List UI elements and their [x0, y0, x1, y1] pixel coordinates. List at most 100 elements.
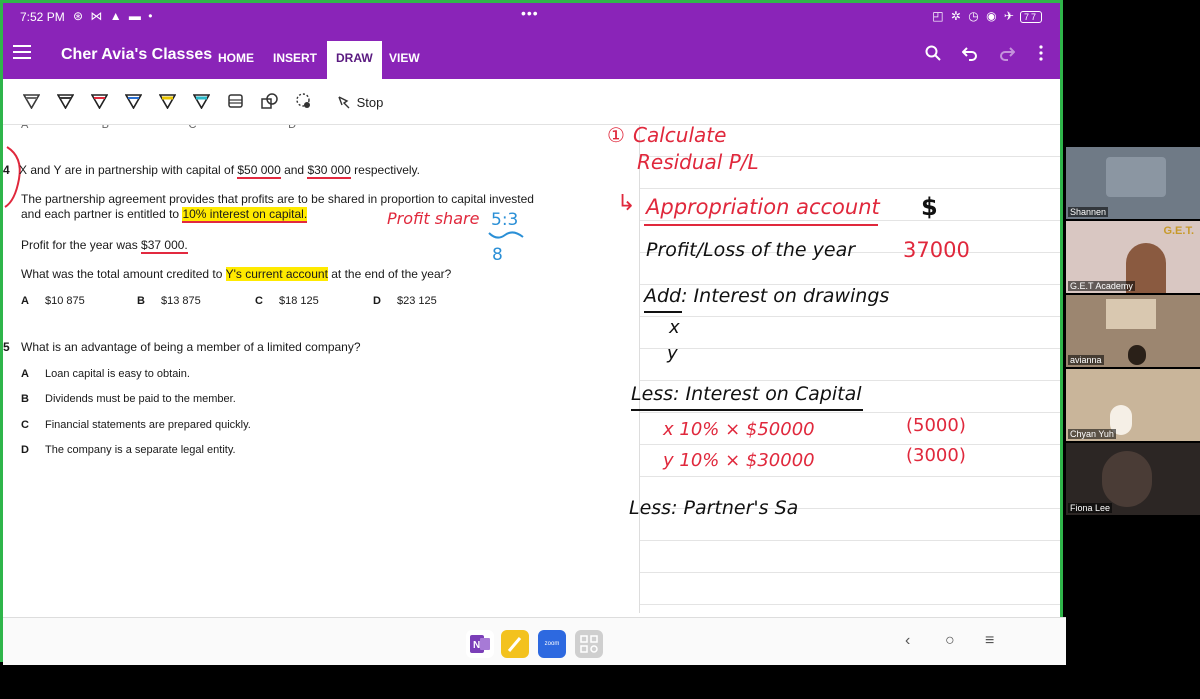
- system-icons: ◰ ✲ ◷ ◉ ✈ 77: [932, 9, 1042, 23]
- question-text-line1: X and Y are in partnership with capital …: [19, 163, 420, 179]
- ink-less-underline: [631, 409, 863, 411]
- pen-black-icon[interactable]: [56, 93, 75, 110]
- participant-tile[interactable]: Shannen: [1066, 147, 1200, 219]
- option-letter: D: [373, 295, 381, 307]
- ink-arrow: ↳: [617, 191, 636, 216]
- ink-x-calc: x 10% × $50000: [663, 419, 815, 440]
- question-text-line2: The partnership agreement provides that …: [21, 192, 534, 206]
- tab-home[interactable]: HOME: [218, 51, 254, 65]
- participant-name: Shannen: [1068, 207, 1109, 217]
- profit-text: Profit for the year was $37 000.: [21, 238, 188, 254]
- participant-name: Fiona Lee: [1068, 503, 1113, 513]
- ink-approp-underline: [644, 224, 878, 226]
- ink-y-calc: y 10% × $30000: [663, 450, 815, 471]
- redo-icon[interactable]: [999, 45, 1016, 66]
- stop-label: Stop: [356, 95, 384, 110]
- option-text[interactable]: $18 125: [279, 295, 319, 307]
- app-drawer-icon[interactable]: [575, 630, 603, 658]
- back-nav-icon[interactable]: ‹: [905, 632, 910, 650]
- ink-dollar-header: $: [921, 193, 938, 221]
- question-number: 5: [3, 340, 10, 354]
- ink-x-label: x: [669, 317, 680, 338]
- status-time: 7:52 PM: [20, 10, 65, 24]
- stop-drawing-button[interactable]: Stop: [337, 95, 383, 110]
- ink-profit-amount: 37000: [903, 238, 970, 262]
- ink-y-label: y: [667, 343, 678, 364]
- option-text[interactable]: $10 875: [45, 295, 85, 307]
- status-bar: 7:52 PM ⊛ ⋈ ▲ ▬ • ••• ◰ ✲ ◷ ◉ ✈ 77: [3, 3, 1060, 31]
- option-letter: D: [21, 444, 29, 456]
- tab-view[interactable]: VIEW: [389, 51, 420, 65]
- onenote-app-icon[interactable]: N: [466, 630, 494, 658]
- ink-add-line: Add: Interest on drawings: [644, 285, 890, 307]
- ink-add-underline: [644, 311, 682, 313]
- ink-less-salary: Less: Partner's Sa: [629, 497, 799, 519]
- option-letter: A: [21, 368, 29, 380]
- tab-insert[interactable]: INSERT: [273, 51, 317, 65]
- app-header: Cher Avia's Classes HOME INSERT DRAW VIE…: [3, 31, 1060, 79]
- pen-red-icon[interactable]: [90, 93, 109, 110]
- more-options-icon[interactable]: [1039, 45, 1043, 66]
- ink-step1b: Residual P/L: [637, 150, 759, 174]
- battery-icon: 77: [1019, 11, 1042, 23]
- app-window: 7:52 PM ⊛ ⋈ ▲ ▬ • ••• ◰ ✲ ◷ ◉ ✈ 77 Cher A…: [0, 0, 1066, 665]
- draw-toolbar: Stop: [3, 79, 1060, 125]
- notebook-title: Cher Avia's Classes: [61, 46, 213, 63]
- participant-name: Chyan Yuh: [1068, 429, 1116, 439]
- question-ask: What was the total amount credited to Y'…: [21, 267, 452, 281]
- participant-tile[interactable]: avianna: [1066, 295, 1200, 367]
- participant-name: avianna: [1068, 355, 1104, 365]
- option-text[interactable]: Dividends must be paid to the member.: [45, 393, 236, 405]
- ink-profit-line: Profit/Loss of the year: [646, 239, 856, 261]
- option-letter: B: [21, 393, 29, 405]
- svg-text:N: N: [473, 640, 480, 651]
- zoom-app-icon[interactable]: zoom: [538, 630, 566, 658]
- option-text[interactable]: Loan capital is easy to obtain.: [45, 368, 190, 380]
- cut-off-text: A B C D: [21, 125, 297, 131]
- shapes-icon[interactable]: [261, 93, 278, 109]
- ink-y-amount: (3000): [906, 445, 966, 466]
- option-letter: A: [21, 295, 29, 307]
- recents-nav-icon[interactable]: ≡: [985, 632, 994, 650]
- home-nav-icon[interactable]: ○: [945, 632, 955, 650]
- notification-icons: ⊛ ⋈ ▲ ▬ •: [73, 9, 155, 23]
- search-icon[interactable]: [925, 45, 941, 66]
- ink-profit-share: Profit share: [387, 209, 480, 228]
- option-text[interactable]: $23 125: [397, 295, 437, 307]
- option-text[interactable]: $13 875: [161, 295, 201, 307]
- participant-tile[interactable]: Chyan Yuh: [1066, 369, 1200, 441]
- academy-logo: G.E.T.: [1163, 225, 1194, 237]
- notes-app-icon[interactable]: [501, 630, 529, 658]
- highlighter-cyan-icon[interactable]: [192, 93, 211, 110]
- participant-tile[interactable]: G.E.T. G.E.T Academy: [1066, 221, 1200, 293]
- pen-blue-icon[interactable]: [124, 93, 143, 110]
- highlighter-yellow-icon[interactable]: [158, 93, 177, 110]
- ink-ratio-total: 8: [492, 245, 503, 265]
- participant-name: G.E.T Academy: [1068, 281, 1135, 291]
- ink-x-amount: (5000): [906, 415, 966, 436]
- pen-gray-icon[interactable]: [22, 93, 41, 110]
- question-number: 4: [3, 163, 10, 177]
- video-participant-strip: Shannen G.E.T. G.E.T Academy avianna Chy…: [1066, 147, 1200, 515]
- option-text[interactable]: Financial statements are prepared quickl…: [45, 419, 251, 431]
- participant-tile[interactable]: Fiona Lee: [1066, 443, 1200, 515]
- ink-step1: Calculate: [633, 125, 727, 147]
- ink-ratio: 5:3: [491, 210, 519, 230]
- hamburger-menu-icon[interactable]: [13, 45, 31, 59]
- ink-less-interest: Less: Interest on Capital: [631, 383, 862, 405]
- option-letter: C: [21, 419, 29, 431]
- tab-draw[interactable]: DRAW: [327, 41, 382, 79]
- question-text: What is an advantage of being a member o…: [21, 340, 361, 354]
- option-text[interactable]: The company is a separate legal entity.: [45, 444, 236, 456]
- window-handle-icon[interactable]: •••: [521, 5, 539, 21]
- eraser-icon[interactable]: [227, 93, 244, 109]
- ink-ratio-brace: [488, 231, 524, 239]
- undo-icon[interactable]: [961, 45, 978, 66]
- ink-approp-title: Appropriation account: [646, 195, 880, 219]
- question-text-line3: and each partner is entitled to 10% inte…: [21, 207, 308, 223]
- system-nav-bar: N zoom ‹ ○ ≡: [3, 617, 1066, 665]
- lasso-select-icon[interactable]: [295, 93, 312, 109]
- status-icons: ◰ ✲ ◷ ◉ ✈: [932, 9, 1016, 23]
- page-canvas[interactable]: A B C D 4 X and Y are in partnership wit…: [3, 125, 1060, 613]
- option-letter: C: [255, 295, 263, 307]
